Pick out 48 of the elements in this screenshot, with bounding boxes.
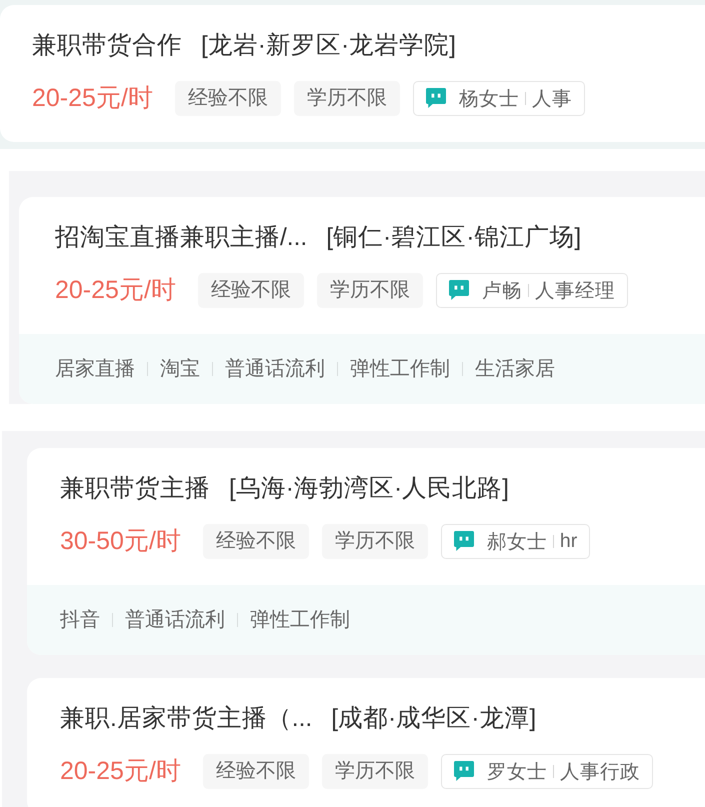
contact-chip[interactable]: 杨女士 人事 xyxy=(412,80,585,116)
job-card[interactable]: 兼职.居家带货主播（... [成都·成华区·龙潭] 20-25元/时 经验不限 学历不限 罗女士 人事行政 xyxy=(27,678,705,807)
salary-text: 20-25元/时 xyxy=(32,83,153,113)
contact-role: 人事经理 xyxy=(534,278,615,304)
requirement-tag: 经验不限 xyxy=(202,754,309,788)
salary-text: 20-25元/时 xyxy=(60,756,181,786)
contact-chip[interactable]: 郝女士 hr xyxy=(440,524,590,558)
requirement-tag: 学历不限 xyxy=(322,524,428,558)
job-location: [龙岩·新罗区·龙岩学院] xyxy=(201,31,456,61)
chat-icon xyxy=(454,761,474,781)
chat-icon xyxy=(426,88,446,108)
keyword-tag: 弹性工作制 xyxy=(250,607,350,633)
contact-chip[interactable]: 卢畅 人事经理 xyxy=(436,272,628,308)
job-card[interactable]: 招淘宝直播兼职主播/... [铜仁·碧江区·锦江广场] 20-25元/时 经验不限 学历不限 卢畅 人事经理 居家直播 淘宝 普通话流利 弹性工作制 生活家居 xyxy=(19,197,705,404)
salary-text: 30-50元/时 xyxy=(60,526,181,556)
salary-text: 20-25元/时 xyxy=(55,275,176,305)
job-title: 兼职.居家带货主播（... xyxy=(60,704,312,734)
contact-chip[interactable]: 罗女士 人事行政 xyxy=(440,754,653,788)
contact-name: 杨女士 xyxy=(458,86,519,112)
job-card[interactable]: 兼职带货主播 [乌海·海勃湾区·人民北路] 30-50元/时 经验不限 学历不限 郝女士 hr 抖音 普通话流利 弹性工作制 xyxy=(27,448,705,655)
job-card[interactable]: 兼职带货合作 [龙岩·新罗区·龙岩学院] 20-25元/时 经验不限 学历不限 杨女士 人事 xyxy=(0,5,705,142)
keyword-tag: 弹性工作制 xyxy=(350,356,450,382)
requirement-tag: 学历不限 xyxy=(322,754,428,788)
keyword-tag: 居家直播 xyxy=(55,356,135,382)
job-location: [铜仁·碧江区·锦江广场] xyxy=(326,223,582,253)
keyword-tag: 淘宝 xyxy=(160,356,200,382)
keyword-tag: 普通话流利 xyxy=(125,607,225,633)
contact-name: 罗女士 xyxy=(486,760,547,784)
requirement-tag: 经验不限 xyxy=(198,272,304,308)
contact-name: 卢畅 xyxy=(482,278,522,304)
requirement-tag: 学历不限 xyxy=(316,272,423,308)
contact-role: 人事行政 xyxy=(560,760,640,784)
job-title: 兼职带货主播 xyxy=(60,474,210,504)
contact-name: 郝女士 xyxy=(486,530,547,554)
contact-role: hr xyxy=(560,530,578,552)
job-location: [成都·成华区·龙潭] xyxy=(331,704,536,734)
contact-role: 人事 xyxy=(532,86,572,112)
keyword-tag: 普通话流利 xyxy=(225,356,325,382)
chat-icon xyxy=(454,531,474,551)
job-title: 招淘宝直播兼职主播/... xyxy=(55,223,308,253)
keyword-tag: 抖音 xyxy=(60,607,100,633)
keyword-tag: 生活家居 xyxy=(475,356,555,382)
requirement-tag: 学历不限 xyxy=(294,80,400,116)
chat-icon xyxy=(448,280,469,300)
job-location: [乌海·海勃湾区·人民北路] xyxy=(229,474,509,504)
job-title: 兼职带货合作 xyxy=(32,31,182,61)
requirement-tag: 经验不限 xyxy=(174,80,281,116)
requirement-tag: 经验不限 xyxy=(202,524,309,558)
